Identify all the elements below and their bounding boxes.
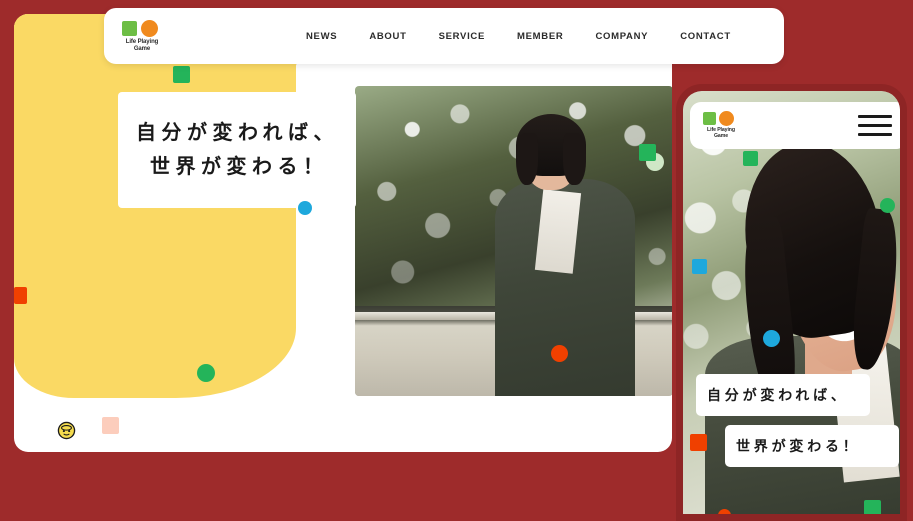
hamburger-line-1 [858,115,892,118]
decor-green-square-top [173,66,190,83]
hero-photo [355,86,672,396]
mobile-navbar: Life Playing Game [690,102,900,149]
mobile-logo[interactable]: Life Playing Game [703,111,753,140]
mobile-decor-orange-square [690,434,707,451]
hero-headline-box: 自分が変われば、 世界が変わる！ [118,92,356,208]
mobile-decor-green-dot [880,198,895,213]
logo-green-square-icon [122,21,137,36]
mobile-logo-text-line-2: Game [713,133,729,139]
hamburger-icon[interactable] [858,115,892,136]
mobile-logo-green-square-icon [703,112,716,126]
decor-orange-square-left [14,287,27,304]
nav-item-member[interactable]: MEMBER [517,31,563,42]
decor-blue-dot [298,201,312,215]
hamburger-line-2 [858,124,892,127]
mobile-screen: 自分が変われば、 世界が変わる！ Life Playing Game [683,91,900,514]
desktop-mockup: 自分が変われば、 世界が変わる！ [14,14,672,452]
decor-orange-dot [551,345,568,362]
mobile-logo-orange-circle-icon [719,111,734,127]
hero-photo-content [355,86,672,396]
desktop-nav-links: NEWS ABOUT SERVICE MEMBER COMPANY CONTAC… [306,31,731,42]
logo-text-line-2: Game [133,45,151,52]
photo-person-hair-left [515,132,538,186]
nav-item-service[interactable]: SERVICE [439,31,485,42]
mobile-mockup: 自分が変われば、 世界が変わる！ Life Playing Game [676,84,907,521]
logo-marks [122,20,178,37]
nav-item-about[interactable]: ABOUT [369,31,406,42]
mobile-logo-marks [703,111,753,127]
mobile-logo-text: Life Playing Game [703,127,739,140]
desktop-logo[interactable]: Life Playing Game [122,20,178,52]
hero-headline-line-1: 自分が変われば、 [136,122,339,144]
nav-item-contact[interactable]: CONTACT [680,31,731,42]
mobile-decor-green-square-bottom [864,500,881,514]
nav-item-company[interactable]: COMPANY [595,31,648,42]
logo-orange-circle-icon [141,20,158,37]
mobile-decor-blue-square [692,259,707,274]
mobile-headline-line-2: 世界が変わる！ [736,438,861,454]
desktop-navbar: Life Playing Game NEWS ABOUT SERVICE MEM… [104,8,784,64]
smiley-badge-icon [57,421,76,440]
hamburger-line-3 [858,133,892,136]
page-root: 自分が変われば、 世界が変わる！ Life Playing Game NEWS … [0,0,913,521]
logo-text-line-1: Life Playing [125,39,159,45]
mobile-headline-box-1: 自分が変われば、 [696,374,870,416]
mobile-decor-blue-dot [763,330,780,347]
hero-headline-line-2: 世界が変わる！ [150,156,329,178]
mobile-headline-box-2: 世界が変わる！ [725,425,899,467]
logo-text: Life Playing Game [122,39,162,52]
decor-green-dot [197,364,215,382]
photo-person-hair-right [563,132,586,186]
decor-pink-square-bottom [102,417,119,434]
mobile-decor-green-square-top [743,151,758,166]
mobile-headline-line-1: 自分が変われば、 [707,387,849,403]
nav-item-news[interactable]: NEWS [306,31,337,42]
decor-green-square-right [639,144,656,161]
